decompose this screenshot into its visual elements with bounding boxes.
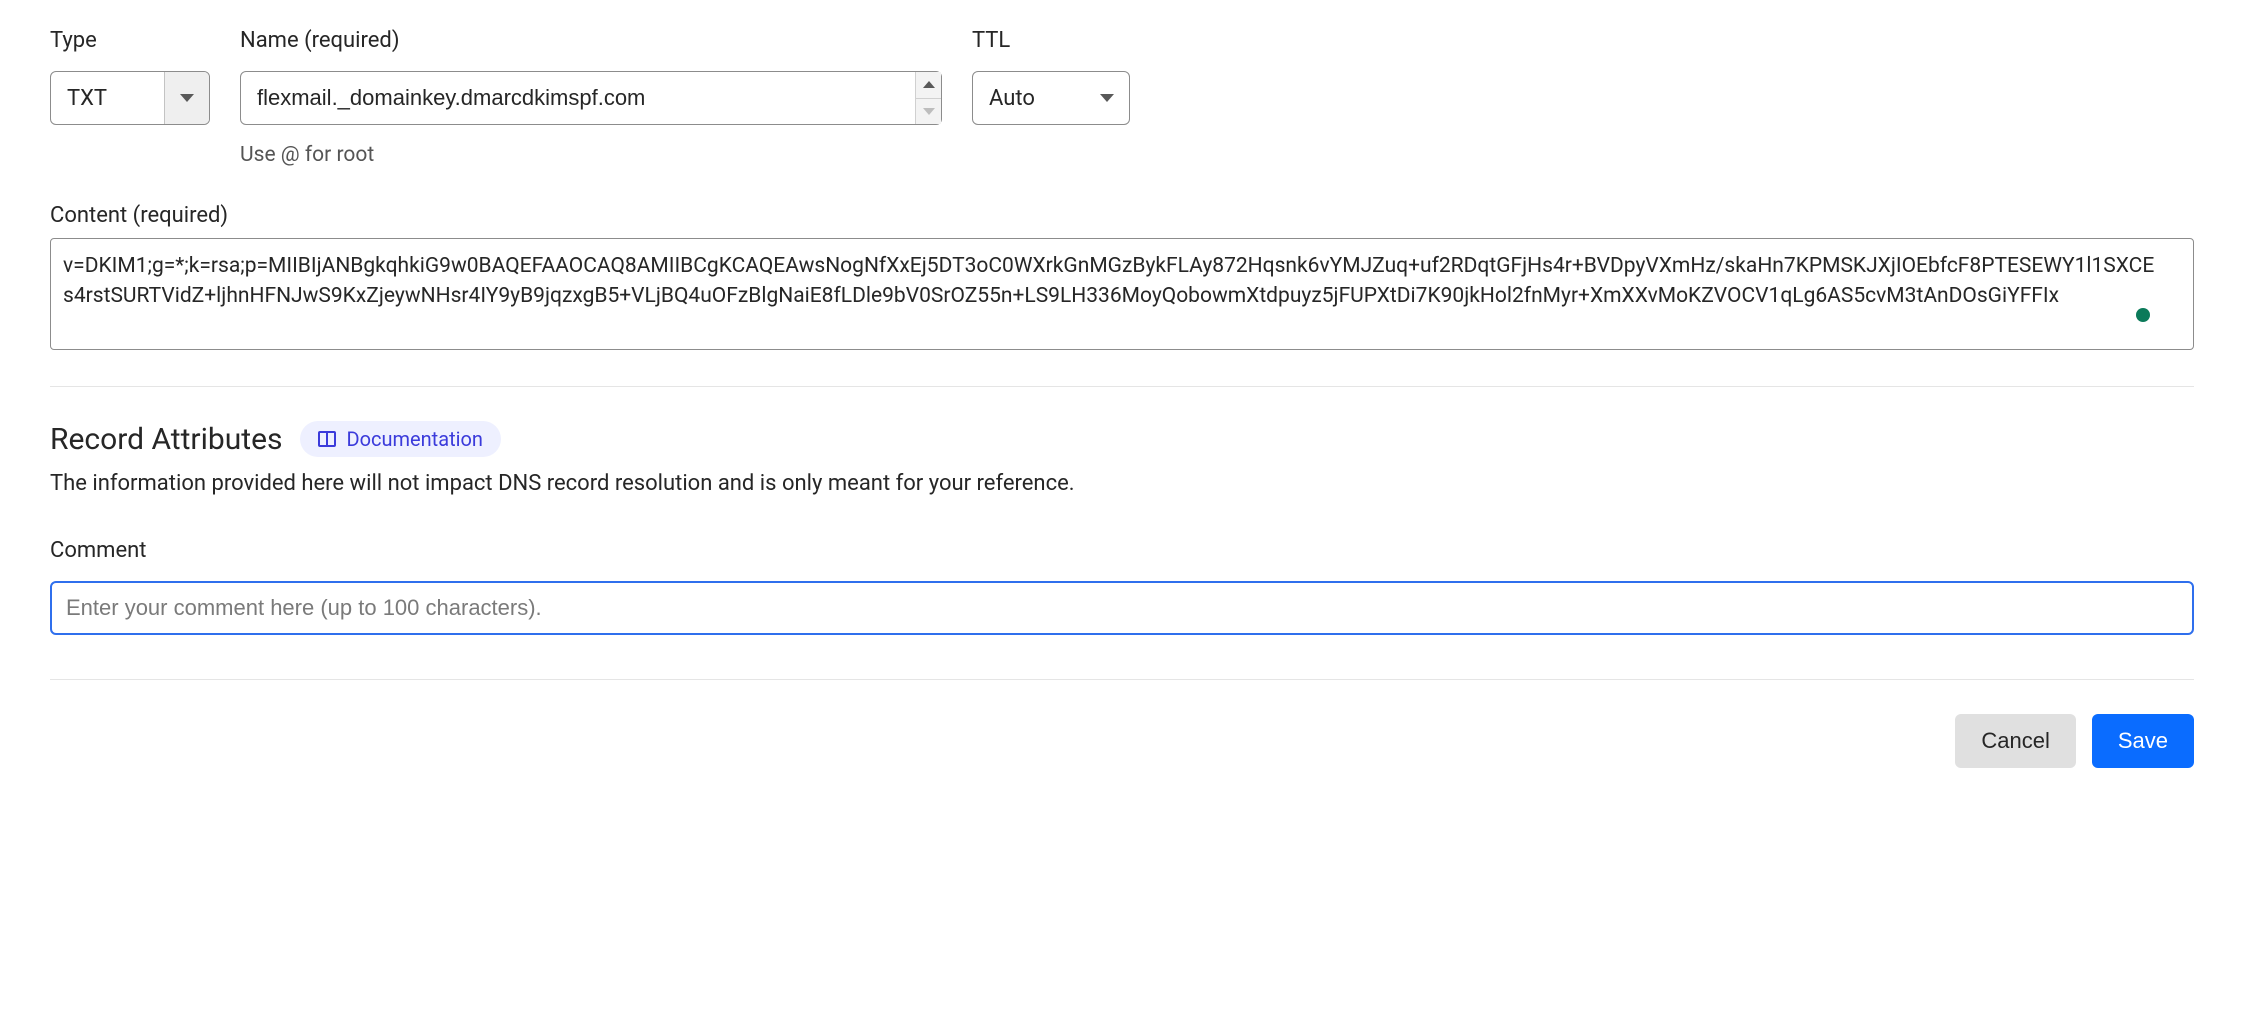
name-input[interactable]: [241, 72, 915, 124]
record-attributes-description: The information provided here will not i…: [50, 471, 2194, 496]
chevron-down-icon: [164, 72, 209, 124]
type-field-group: Type TXT: [50, 28, 210, 125]
content-textarea[interactable]: [50, 238, 2194, 350]
stepper-down-icon[interactable]: [916, 99, 941, 125]
ttl-label: TTL: [972, 28, 1130, 53]
section-divider: [50, 679, 2194, 680]
save-button[interactable]: Save: [2092, 714, 2194, 768]
type-select[interactable]: TXT: [50, 71, 210, 125]
chevron-down-icon: [1084, 72, 1129, 124]
status-indicator-icon: [2136, 308, 2150, 322]
comment-input[interactable]: [52, 583, 2192, 633]
stepper-up-icon[interactable]: [916, 72, 941, 99]
form-footer: Cancel Save: [50, 714, 2194, 768]
content-field-group: Content (required): [50, 203, 2194, 356]
name-input-wrap: [240, 71, 942, 125]
record-attributes-title: Record Attributes: [50, 422, 282, 457]
record-attributes-header: Record Attributes Documentation: [50, 421, 2194, 457]
comment-label: Comment: [50, 538, 2194, 563]
documentation-label: Documentation: [346, 427, 483, 451]
name-field-group: Name (required) Use @ for root: [240, 28, 942, 167]
ttl-select[interactable]: Auto: [972, 71, 1130, 125]
name-label: Name (required): [240, 28, 942, 53]
type-select-value: TXT: [51, 72, 164, 124]
comment-field-group: Comment: [50, 538, 2194, 635]
ttl-select-value: Auto: [973, 72, 1084, 124]
comment-input-wrap: [50, 581, 2194, 635]
documentation-link[interactable]: Documentation: [300, 421, 501, 457]
content-label: Content (required): [50, 203, 2194, 228]
book-icon: [318, 431, 336, 447]
ttl-field-group: TTL Auto: [972, 28, 1130, 125]
type-label: Type: [50, 28, 210, 53]
record-fields-row: Type TXT Name (required) Use @ for root …: [50, 28, 2194, 167]
name-hint: Use @ for root: [240, 143, 942, 167]
name-stepper[interactable]: [915, 72, 941, 124]
section-divider: [50, 386, 2194, 387]
cancel-button[interactable]: Cancel: [1955, 714, 2075, 768]
